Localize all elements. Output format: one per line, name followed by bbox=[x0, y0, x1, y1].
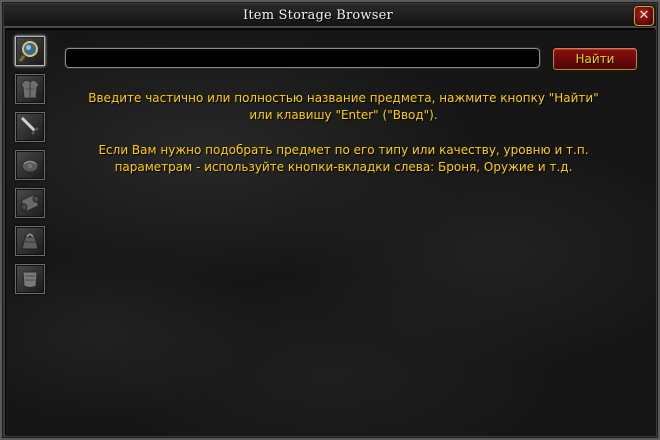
cloth-icon bbox=[22, 271, 38, 288]
item-storage-window: Item Storage Browser ✕ Найти Введите час… bbox=[0, 0, 660, 440]
bundle-icon bbox=[21, 159, 39, 173]
help-text-tabs: Если Вам нужно подобрать предмет по его … bbox=[66, 142, 621, 176]
title-bar[interactable]: Item Storage Browser ✕ bbox=[4, 4, 656, 28]
help-line-2: или клавишу "Enter" ("Ввод"). bbox=[249, 108, 438, 122]
help-line-4: параметрам - используйте кнопки-вкладки … bbox=[114, 160, 573, 174]
tab-container[interactable] bbox=[15, 226, 45, 256]
tab-search[interactable] bbox=[15, 36, 45, 66]
tab-scroll[interactable] bbox=[15, 188, 45, 218]
search-input[interactable] bbox=[65, 48, 540, 68]
close-button[interactable]: ✕ bbox=[634, 6, 654, 26]
tab-armor[interactable] bbox=[15, 74, 45, 104]
scroll-icon bbox=[20, 194, 40, 212]
tab-misc[interactable] bbox=[15, 150, 45, 180]
help-line-1: Введите частично или полностью название … bbox=[88, 91, 599, 105]
tab-cloth[interactable] bbox=[15, 264, 45, 294]
find-button[interactable]: Найти bbox=[553, 48, 637, 70]
close-icon: ✕ bbox=[638, 8, 650, 23]
content-area: Найти Введите частично или полностью наз… bbox=[6, 30, 656, 436]
category-tabs bbox=[15, 36, 45, 302]
sword-icon bbox=[20, 116, 41, 137]
bag-icon bbox=[21, 233, 39, 250]
help-line-3: Если Вам нужно подобрать предмет по его … bbox=[98, 143, 589, 157]
chest-armor-icon bbox=[20, 79, 40, 99]
tab-weapon[interactable] bbox=[15, 112, 45, 142]
window-title: Item Storage Browser bbox=[243, 8, 393, 23]
magnifier-icon bbox=[18, 41, 38, 62]
help-text-search: Введите частично или полностью название … bbox=[66, 90, 621, 124]
